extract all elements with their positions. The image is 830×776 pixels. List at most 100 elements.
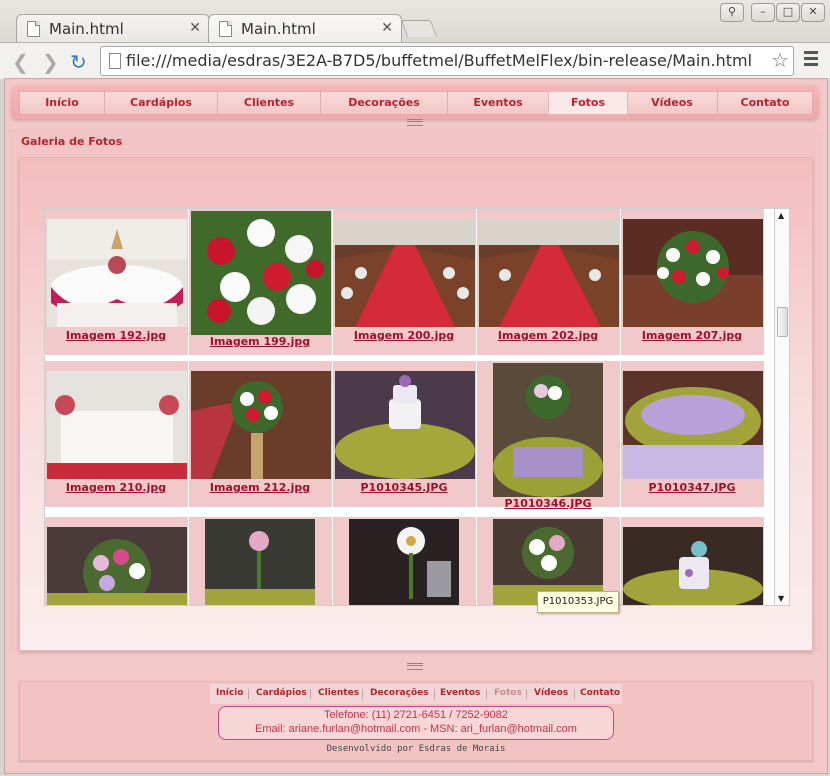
photo-thumbnail[interactable] (205, 519, 315, 606)
url-bar[interactable]: file:///media/esdras/3E2A-B7D5/buffetmel… (100, 46, 794, 76)
contact-email: Email: ariane.furlan@hotmail.com - MSN: … (255, 723, 577, 735)
photo-cell[interactable]: Imagem 207.jpg (621, 209, 764, 355)
user-icon[interactable]: ⚲ (720, 3, 744, 22)
photo-cell[interactable]: Imagem 212.jpg (189, 361, 332, 507)
gallery-title: Galeria de Fotos (21, 135, 123, 148)
resize-grip[interactable] (407, 663, 423, 670)
main-nav: Início Cardápios Clientes Decorações Eve… (19, 91, 813, 115)
footer-link-cardapios[interactable]: Cardápios (256, 688, 307, 698)
photo-thumbnail[interactable] (623, 371, 763, 479)
footer-separator (486, 689, 487, 699)
forward-arrow-icon[interactable]: ❯ (42, 50, 59, 74)
photo-caption[interactable]: P1010347.JPG (621, 481, 763, 494)
photo-thumbnail[interactable] (335, 371, 475, 479)
browser-tab-2[interactable]: Main.html ✕ (208, 14, 402, 43)
nav-item-videos[interactable]: Vídeos (627, 92, 718, 114)
photo-thumbnail[interactable] (47, 527, 187, 606)
photo-thumbnail[interactable] (493, 363, 603, 497)
photo-cell[interactable]: Imagem 202.jpg (477, 209, 620, 355)
photo-thumbnail[interactable] (623, 527, 763, 606)
nav-item-eventos[interactable]: Eventos (448, 92, 549, 114)
photo-caption[interactable]: Imagem 212.jpg (189, 481, 331, 494)
gallery-scrollbar[interactable]: ▲ ▼ (774, 209, 789, 605)
developer-credit: Desenvolvido por Esdras de Morais (326, 744, 506, 754)
nav-item-contato[interactable]: Contato (718, 92, 812, 114)
photo-cell[interactable] (621, 517, 764, 606)
footer-link-clientes[interactable]: Clientes (318, 688, 359, 698)
footer-nav: Início Cardápios Clientes Decorações Eve… (210, 684, 622, 704)
photo-cell[interactable]: P1010347.JPG (621, 361, 764, 507)
maximize-button[interactable]: □ (776, 3, 800, 22)
photo-caption[interactable]: Imagem 199.jpg (189, 335, 331, 348)
footer-separator (310, 689, 311, 699)
photo-caption[interactable]: P1010346.JPG (477, 497, 619, 510)
page-icon (219, 21, 232, 37)
photo-cell[interactable]: P1010345.JPG (333, 361, 476, 507)
nav-item-clientes[interactable]: Clientes (218, 92, 321, 114)
photo-caption[interactable]: Imagem 202.jpg (477, 329, 619, 342)
close-window-button[interactable]: ✕ (801, 3, 825, 22)
photo-thumbnail[interactable] (479, 219, 619, 327)
photo-caption[interactable]: Imagem 200.jpg (333, 329, 475, 342)
footer-link-videos[interactable]: Vídeos (534, 688, 568, 698)
scroll-down-icon[interactable]: ▼ (778, 594, 784, 603)
contact-phone: Telefone: (11) 2721-6451 / 7252-9082 (324, 709, 508, 721)
photo-thumbnail[interactable] (335, 219, 475, 327)
photo-thumbnail[interactable] (349, 519, 459, 606)
footer-separator (248, 689, 249, 699)
photo-thumbnail[interactable] (47, 219, 187, 327)
browser-titlebar: Main.html ✕ Main.html ✕ ⚲ – □ ✕ (0, 0, 830, 43)
photo-caption[interactable]: Imagem 192.jpg (45, 329, 187, 342)
menu-icon[interactable] (804, 51, 818, 69)
scroll-up-icon[interactable]: ▲ (778, 211, 784, 220)
footer-separator (362, 689, 363, 699)
nav-item-decoracoes[interactable]: Decorações (321, 92, 448, 114)
page-icon (109, 53, 121, 69)
photo-thumbnail[interactable] (623, 219, 763, 327)
footer-link-eventos[interactable]: Eventos (440, 688, 480, 698)
nav-item-inicio[interactable]: Início (20, 92, 105, 114)
tab-label: Main.html (49, 20, 124, 38)
photo-caption[interactable]: Imagem 207.jpg (621, 329, 763, 342)
photo-cell[interactable] (45, 517, 188, 606)
main-nav-panel: Início Cardápios Clientes Decorações Eve… (11, 85, 819, 119)
photo-thumbnail[interactable] (47, 371, 187, 479)
photo-thumbnail[interactable] (191, 211, 331, 335)
close-icon[interactable]: ✕ (381, 20, 393, 36)
photo-thumbnail[interactable] (191, 371, 331, 479)
minimize-button[interactable]: – (751, 3, 775, 22)
nav-item-fotos[interactable]: Fotos (548, 91, 628, 115)
browser-tab-1[interactable]: Main.html ✕ (16, 14, 210, 43)
footer-link-inicio[interactable]: Início (216, 688, 243, 698)
photo-cell[interactable]: Imagem 210.jpg (45, 361, 188, 507)
page: Início Cardápios Clientes Decorações Eve… (4, 78, 828, 774)
footer: Início Cardápios Clientes Decorações Eve… (19, 681, 813, 761)
new-tab-button[interactable] (400, 20, 438, 37)
gallery-container: Imagem 192.jpg Imagem 199.jpg Imagem 200… (19, 157, 813, 651)
url-text[interactable]: file:///media/esdras/3E2A-B7D5/buffetmel… (126, 51, 752, 70)
photo-cell[interactable] (333, 517, 476, 606)
photo-cell[interactable]: Imagem 192.jpg (45, 209, 188, 355)
back-arrow-icon[interactable]: ❮ (12, 50, 29, 74)
footer-link-decoracoes[interactable]: Decorações (370, 688, 429, 698)
photo-cell[interactable]: Imagem 199.jpg (189, 209, 332, 355)
photo-caption[interactable]: P1010345.JPG (333, 481, 475, 494)
footer-link-fotos[interactable]: Fotos (494, 688, 522, 698)
close-icon[interactable]: ✕ (189, 20, 201, 36)
photo-cell[interactable]: Imagem 200.jpg (333, 209, 476, 355)
photo-cell[interactable] (189, 517, 332, 606)
photo-caption[interactable]: Imagem 210.jpg (45, 481, 187, 494)
reload-icon[interactable]: ↻ (70, 50, 87, 74)
scrollbar-thumb[interactable] (777, 307, 788, 337)
footer-link-contato[interactable]: Contato (580, 688, 620, 698)
photo-cell[interactable]: P1010346.JPG (477, 361, 620, 510)
footer-separator (434, 689, 435, 699)
tab-label: Main.html (241, 20, 316, 38)
resize-grip[interactable] (407, 119, 423, 126)
photo-tooltip: P1010353.JPG (537, 591, 619, 613)
photo-grid: Imagem 192.jpg Imagem 199.jpg Imagem 200… (44, 208, 790, 606)
nav-item-cardapios[interactable]: Cardápios (105, 92, 218, 114)
footer-separator (526, 689, 527, 699)
bookmark-star-icon[interactable]: ☆ (771, 48, 789, 72)
page-icon (27, 21, 40, 37)
